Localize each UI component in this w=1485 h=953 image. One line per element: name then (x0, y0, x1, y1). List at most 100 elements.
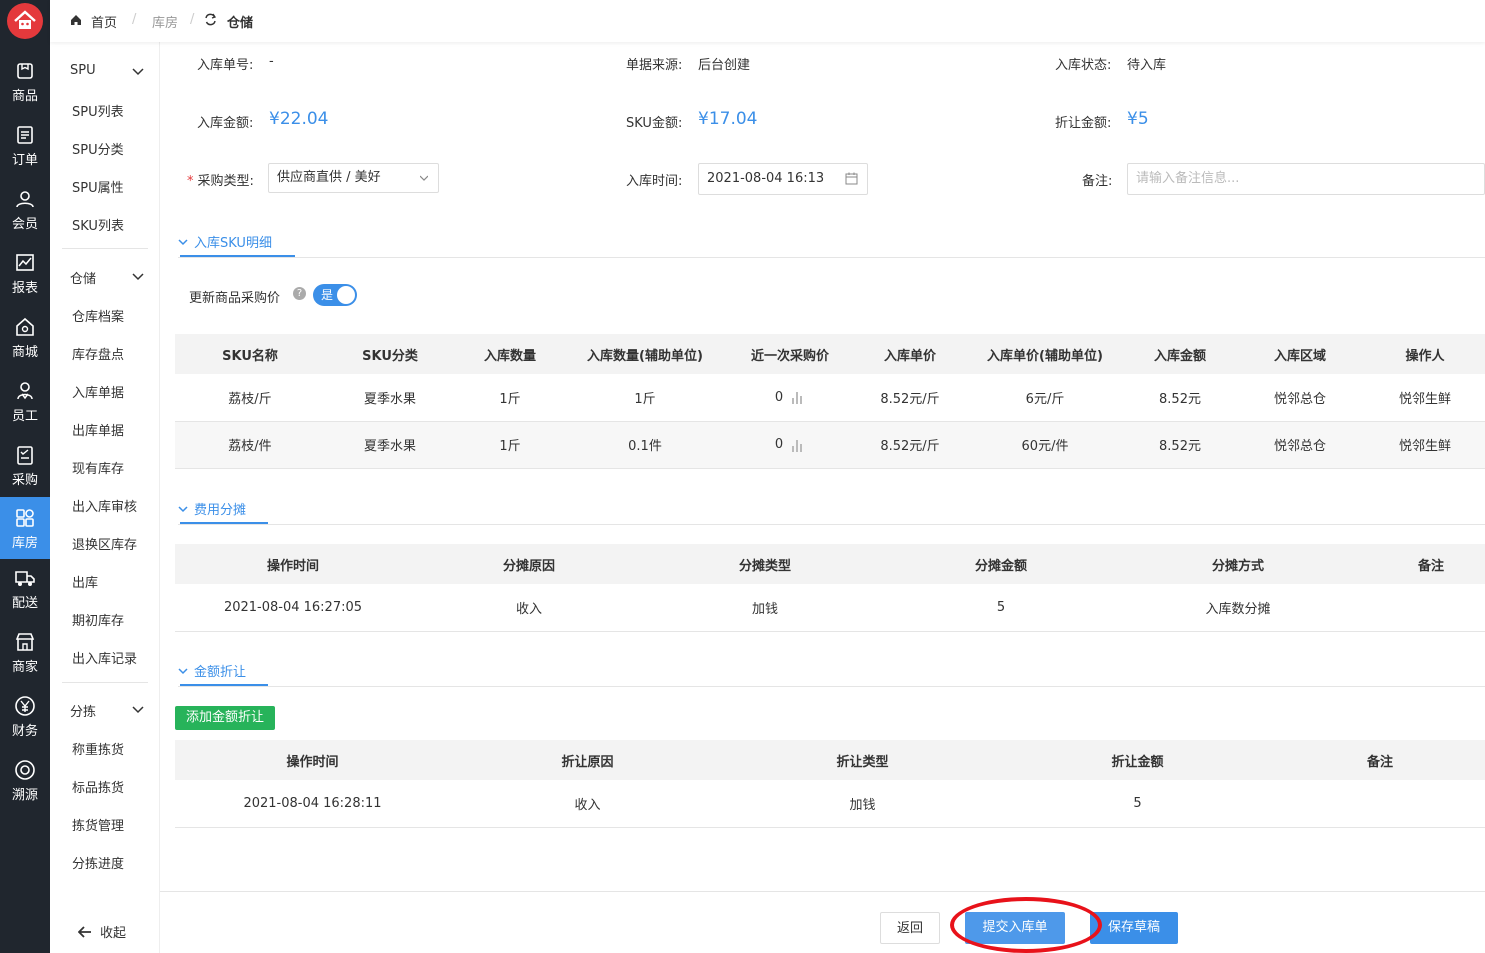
submit-inbound-button[interactable]: 提交入库单 (965, 912, 1065, 944)
column-header: 分摊类型 (647, 544, 883, 584)
nav-item-report[interactable]: 报表 (0, 249, 50, 311)
subnav-item-opening-stock[interactable]: 期初库存 (72, 610, 124, 629)
update-price-toggle[interactable]: 是 (313, 284, 357, 306)
cell-text: 2021-08-04 16:28:11 (243, 795, 382, 811)
nav-item-finance[interactable]: 财务 (0, 692, 50, 754)
breadcrumb-section[interactable]: 库房 (152, 12, 178, 31)
chevron-down-icon[interactable] (132, 703, 144, 715)
nav-item-product[interactable]: 商品 (0, 57, 50, 119)
help-icon[interactable]: ? (293, 287, 306, 300)
cell-text: 夏季水果 (363, 439, 416, 454)
cell-text: 收入 (515, 601, 542, 617)
nav-item-label: 报表 (11, 281, 38, 296)
sku-section-header[interactable]: 入库SKU明细 (178, 232, 272, 251)
cost-section-title: 费用分摊 (194, 503, 247, 518)
divider (62, 682, 148, 683)
purchase-type-select[interactable]: 供应商直供 / 美好 (268, 163, 439, 193)
source-label: 单据来源: (626, 58, 683, 73)
cost-table: 操作时间 分摊原因 分摊类型 分摊金额 分摊方式 备注 2021-08-04 16:27:… (175, 544, 1485, 632)
subnav-group-storage[interactable]: 仓储 (70, 268, 96, 287)
toggle-knob (337, 286, 355, 304)
cell-text: 1斤 (634, 391, 656, 407)
nav-item-purchase[interactable]: 采购 (0, 441, 50, 503)
nav-item-order[interactable]: 订单 (0, 121, 50, 183)
chevron-down-icon[interactable] (132, 65, 144, 77)
nav-item-delivery[interactable]: 配送 (0, 564, 50, 626)
subnav-item-io-review[interactable]: 出入库审核 (72, 496, 137, 515)
cell-text: 60元/件 (1021, 439, 1069, 454)
refresh-icon[interactable] (204, 13, 217, 26)
subnav-item-weigh-pick[interactable]: 称重拣货 (72, 739, 124, 758)
inbound-time-input[interactable]: 2021-08-04 16:13 (698, 163, 868, 195)
remark-input[interactable]: 请输入备注信息... (1127, 163, 1485, 195)
table-cell: 收入 (450, 780, 725, 828)
subnav-item-return-stock[interactable]: 退换区库存 (72, 534, 137, 553)
nav-item-merchant[interactable]: 商家 (0, 628, 50, 690)
bar-chart-icon[interactable] (791, 390, 805, 405)
subnav-item-pick-manage[interactable]: 拣货管理 (72, 815, 124, 834)
calendar-icon[interactable] (845, 172, 858, 185)
order-no-label: 入库单号: (197, 58, 254, 73)
table-cell: 入库数分摊 (1119, 584, 1357, 632)
nav-item-label: 库房 (11, 536, 38, 551)
cell-text: 8.52元 (1159, 439, 1201, 454)
table-cell: 5 (1000, 780, 1275, 828)
subnav-item-inbound-doc[interactable]: 入库单据 (72, 382, 124, 401)
cell-text: 夏季水果 (363, 391, 416, 407)
cell-text: 5 (996, 599, 1006, 615)
nav-item-staff[interactable]: 员工 (0, 377, 50, 439)
subnav-item-warehouse-archive[interactable]: 仓库档案 (72, 306, 124, 325)
subnav-item-current-stock[interactable]: 现有库存 (72, 458, 124, 477)
nav-item-mall[interactable]: 商城 (0, 313, 50, 375)
nav-item-label: 商品 (11, 89, 38, 104)
subnav-item-stocktake[interactable]: 库存盘点 (72, 344, 124, 363)
column-header: 分摊原因 (411, 544, 647, 584)
discount-section-header[interactable]: 金额折让 (178, 661, 246, 680)
arrow-left-icon (78, 925, 91, 938)
add-discount-button[interactable]: 添加金额折让 (175, 706, 275, 730)
finance-icon (15, 696, 35, 716)
subnav-item-spu-category[interactable]: SPU分类 (72, 139, 124, 158)
back-button[interactable]: 返回 (880, 912, 940, 944)
subnav-item-sort-progress[interactable]: 分拣进度 (72, 853, 124, 872)
table-cell: 荔枝/件 (175, 421, 325, 469)
cell-text: 1斤 (499, 391, 521, 407)
cell-text: 加钱 (751, 601, 778, 617)
source-value: 后台创建 (698, 58, 751, 73)
subnav-item-outbound[interactable]: 出库 (72, 572, 98, 591)
sku-amount-value: ¥17.04 (698, 109, 758, 129)
table-cell: 夏季水果 (325, 374, 455, 422)
nav-item-trace[interactable]: 溯源 (0, 756, 50, 818)
subnav-group-spu[interactable]: SPU (70, 63, 96, 78)
subnav-item-io-records[interactable]: 出入库记录 (72, 648, 137, 667)
save-draft-button[interactable]: 保存草稿 (1090, 912, 1178, 944)
subnav-group-sorting[interactable]: 分拣 (70, 701, 96, 720)
subnav-item-standard-pick[interactable]: 标品拣货 (72, 777, 124, 796)
cell-text: 荔枝/斤 (228, 391, 272, 407)
cost-section-header[interactable]: 费用分摊 (178, 499, 246, 518)
nav-item-warehouse[interactable]: 库房 (0, 497, 50, 559)
logo[interactable] (7, 3, 43, 39)
nav-item-label: 商城 (11, 345, 38, 360)
bar-chart-icon[interactable] (791, 438, 805, 452)
subnav-item-spu-list[interactable]: SPU列表 (72, 101, 124, 120)
column-header: SKU分类 (325, 334, 455, 374)
order-icon (17, 126, 33, 144)
sku-amount-label: SKU金额: (626, 116, 683, 131)
purchase-type-label-text: 采购类型: (197, 174, 254, 189)
subnav-item-outbound-doc[interactable]: 出库单据 (72, 420, 124, 439)
cell-text: 8.52元/斤 (880, 391, 940, 407)
nav-item-member[interactable]: 会员 (0, 185, 50, 247)
nav-item-label: 会员 (11, 217, 38, 232)
breadcrumb-home[interactable]: 首页 (91, 12, 117, 31)
cell-text: 1斤 (499, 439, 521, 454)
chevron-down-icon[interactable] (132, 270, 144, 282)
chevron-down-icon (178, 238, 188, 245)
collapse-button[interactable]: 收起 (78, 922, 126, 941)
top-bar: 首页 / 库房 / 仓储 (50, 0, 1485, 42)
home-icon[interactable] (70, 14, 82, 26)
table-cell: 5 (883, 584, 1119, 632)
subnav-item-spu-attr[interactable]: SPU属性 (72, 177, 124, 196)
subnav-item-sku-list[interactable]: SKU列表 (72, 215, 124, 234)
table-row: 2021-08-04 16:28:11 收入 加钱 5 (175, 780, 1485, 828)
